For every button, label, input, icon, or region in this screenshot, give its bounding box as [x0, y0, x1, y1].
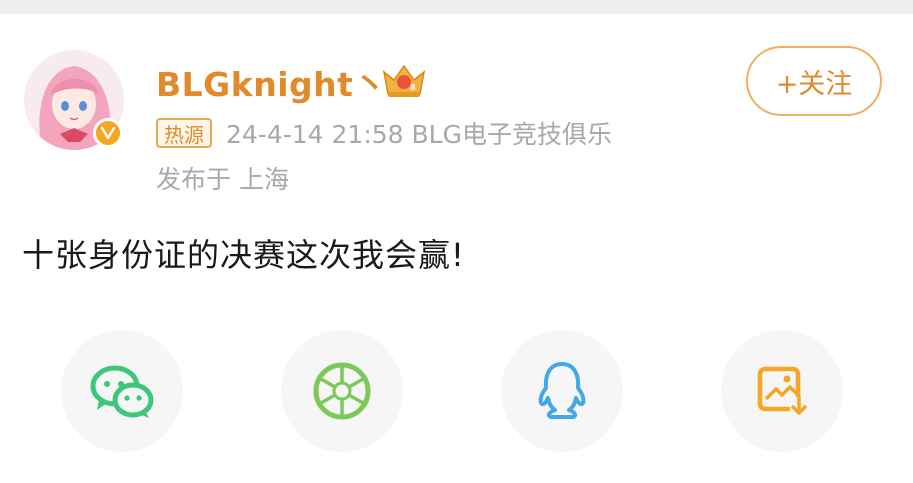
post-meta: 热源 24-4-14 21:58 BLG电子竞技俱乐 — [156, 116, 726, 150]
post-text: 十张身份证的决赛这次我会赢! — [22, 236, 465, 274]
save-image-button[interactable] — [721, 330, 843, 452]
qq-icon — [538, 362, 586, 419]
hot-tag[interactable]: 热源 — [156, 118, 212, 148]
top-divider — [0, 0, 913, 14]
save-image-icon — [757, 366, 808, 417]
share-moments-button[interactable] — [281, 330, 403, 452]
share-qq-button[interactable] — [501, 330, 623, 452]
wechat-icon — [90, 365, 154, 418]
svg-text:8: 8 — [410, 83, 416, 92]
share-wechat-button[interactable] — [61, 330, 183, 452]
verified-badge-icon — [93, 118, 123, 148]
crown-badge-icon: 8 — [382, 64, 426, 97]
username[interactable]: BLGknight丶 — [156, 58, 387, 106]
post-time-source: 24-4-14 21:58 BLG电子竞技俱乐 — [226, 120, 612, 149]
post-location: 发布于 上海 — [156, 165, 289, 194]
moments-icon — [313, 362, 371, 420]
follow-button[interactable]: +关注 — [746, 46, 882, 116]
